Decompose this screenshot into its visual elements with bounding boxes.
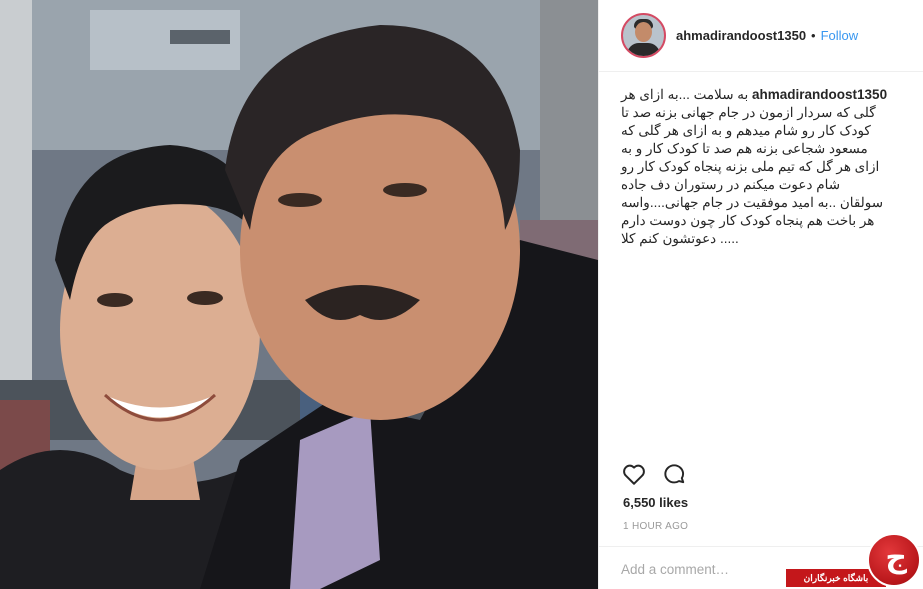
separator-dot: • [811, 28, 816, 43]
caption-username[interactable]: ahmadirandoost1350 [752, 87, 887, 102]
avatar[interactable] [621, 13, 666, 58]
caption-line-3: کودک کار رو شام میدهم و به ازای هر گلی ک… [621, 123, 871, 138]
follow-button[interactable]: Follow [821, 28, 859, 43]
post-header: ahmadirandoost1350 • Follow [599, 0, 923, 72]
post-caption: ahmadirandoost1350 به سلامت ...به ازای ه… [621, 86, 905, 248]
photo-illustration [0, 0, 598, 589]
post-actions [621, 460, 687, 488]
avatar-face [635, 22, 652, 42]
caption-line-1-text: به سلامت ...به ازای هر [621, 87, 749, 102]
caption-line-9: ..... دعوتشون کنم کلا [621, 231, 739, 246]
heart-icon[interactable] [621, 461, 647, 487]
caption-line-8: هر باخت هم پنجاه کودک کار چون دوست دارم [621, 213, 875, 228]
likes-count[interactable]: 6,550 likes [623, 495, 688, 510]
heart-icon-graphic [623, 464, 645, 485]
caption-line-1: ahmadirandoost1350 به سلامت ...به ازای ه… [621, 86, 905, 104]
comment-icon-graphic [664, 464, 685, 484]
post-details-panel: ahmadirandoost1350 • Follow ahmadirandoo… [598, 0, 923, 589]
watermark-emblem: ج [867, 533, 921, 587]
comment-bubble-icon[interactable] [661, 461, 687, 487]
username-link[interactable]: ahmadirandoost1350 [676, 28, 806, 43]
avatar-body [627, 43, 660, 56]
caption-line-4: مسعود شجاعی بزنه هم صد تا کودک کار و به [621, 141, 868, 156]
caption-line-6: شام دعوت میکنم در رستوران دف جاده [621, 177, 840, 192]
caption-line-2: گلی که سردار ازمون در جام جهانی بزنه صد … [621, 105, 876, 120]
watermark-glyph: ج [885, 540, 907, 575]
post-timestamp[interactable]: 1 HOUR AGO [623, 521, 688, 532]
caption-line-7: سولقان ..به امید موفقیت در جام جهانی....… [621, 195, 884, 210]
post-photo[interactable] [0, 0, 598, 589]
watermark-logo: باشگاه خبرنگاران ج [786, 533, 923, 589]
caption-line-5: ازای هر گل که تیم ملی بزنه پنجاه کودک کا… [621, 159, 880, 174]
